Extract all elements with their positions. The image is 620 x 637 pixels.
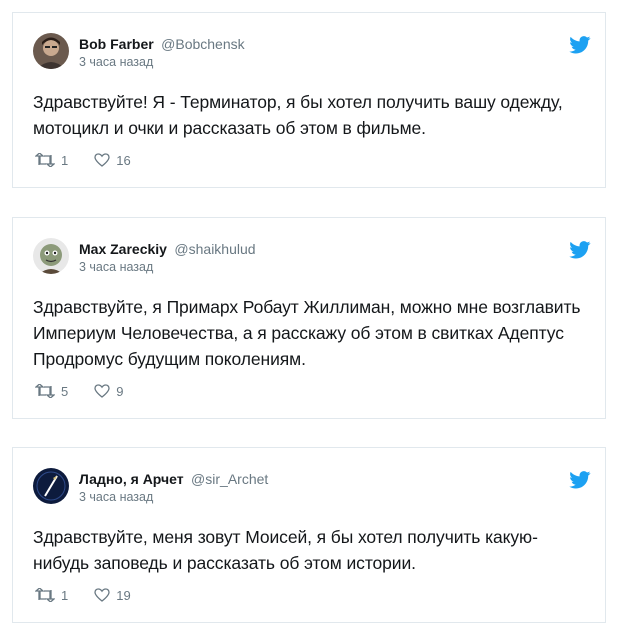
heart-icon: [94, 153, 110, 167]
retweet-button[interactable]: 1: [35, 588, 68, 603]
tweet-actions: 5 9: [35, 381, 149, 401]
avatar[interactable]: [33, 238, 69, 274]
author-handle[interactable]: @shaikhulud: [174, 241, 255, 257]
tweet-text: Здравствуйте! Я - Терминатор, я бы хотел…: [33, 92, 563, 138]
author-name[interactable]: Ладно, я Арчет: [79, 471, 184, 487]
retweet-icon: [35, 384, 55, 398]
retweet-icon: [35, 588, 55, 602]
tweet-feed: Bob Farber @Bobchensk 3 часа назад Здрав…: [0, 0, 620, 637]
tweet-actions: 1 16: [35, 150, 157, 170]
retweet-count: 5: [61, 383, 69, 399]
author-line: Bob Farber @Bobchensk: [79, 36, 245, 54]
tweet-card[interactable]: Ладно, я Арчет @sir_Archet 3 часа назад …: [12, 447, 606, 623]
retweet-button[interactable]: 5: [35, 384, 68, 399]
author-handle[interactable]: @Bobchensk: [161, 36, 244, 52]
retweet-count: 1: [61, 587, 69, 603]
twitter-bird-icon[interactable]: [569, 241, 591, 259]
like-button[interactable]: 19: [94, 587, 131, 603]
tweet-card[interactable]: Bob Farber @Bobchensk 3 часа назад Здрав…: [12, 12, 606, 188]
avatar[interactable]: [33, 468, 69, 504]
tweet-header: Ладно, я Арчет @sir_Archet 3 часа назад: [13, 448, 605, 508]
tweet-text: Здравствуйте, я Примарх Робаут Жиллиман,…: [33, 297, 581, 369]
twitter-bird-icon[interactable]: [569, 36, 591, 54]
author-line: Ладно, я Арчет @sir_Archet: [79, 471, 268, 489]
retweet-icon: [35, 153, 55, 167]
like-button[interactable]: 9: [94, 384, 123, 399]
heart-icon: [94, 384, 110, 398]
tweet-card[interactable]: Max Zareckiy @shaikhulud 3 часа назад Зд…: [12, 217, 606, 419]
tweet-time[interactable]: 3 часа назад: [79, 55, 153, 69]
tweet-time[interactable]: 3 часа назад: [79, 260, 153, 274]
like-button[interactable]: 16: [94, 152, 131, 168]
like-count: 16: [116, 152, 131, 168]
retweet-count: 1: [61, 152, 69, 168]
tweet-actions: 1 19: [35, 585, 157, 605]
avatar[interactable]: [33, 33, 69, 69]
author-name[interactable]: Max Zareckiy: [79, 241, 167, 257]
tweet-time[interactable]: 3 часа назад: [79, 490, 153, 504]
like-count: 9: [116, 383, 124, 399]
tweet-header: Max Zareckiy @shaikhulud 3 часа назад: [13, 218, 605, 278]
tweet-header: Bob Farber @Bobchensk 3 часа назад: [13, 13, 605, 73]
tweet-text: Здравствуйте, меня зовут Моисей, я бы хо…: [33, 527, 538, 573]
retweet-button[interactable]: 1: [35, 153, 68, 168]
like-count: 19: [116, 587, 131, 603]
author-line: Max Zareckiy @shaikhulud: [79, 241, 256, 259]
heart-icon: [94, 588, 110, 602]
author-handle[interactable]: @sir_Archet: [191, 471, 268, 487]
author-name[interactable]: Bob Farber: [79, 36, 154, 52]
twitter-bird-icon[interactable]: [569, 471, 591, 489]
